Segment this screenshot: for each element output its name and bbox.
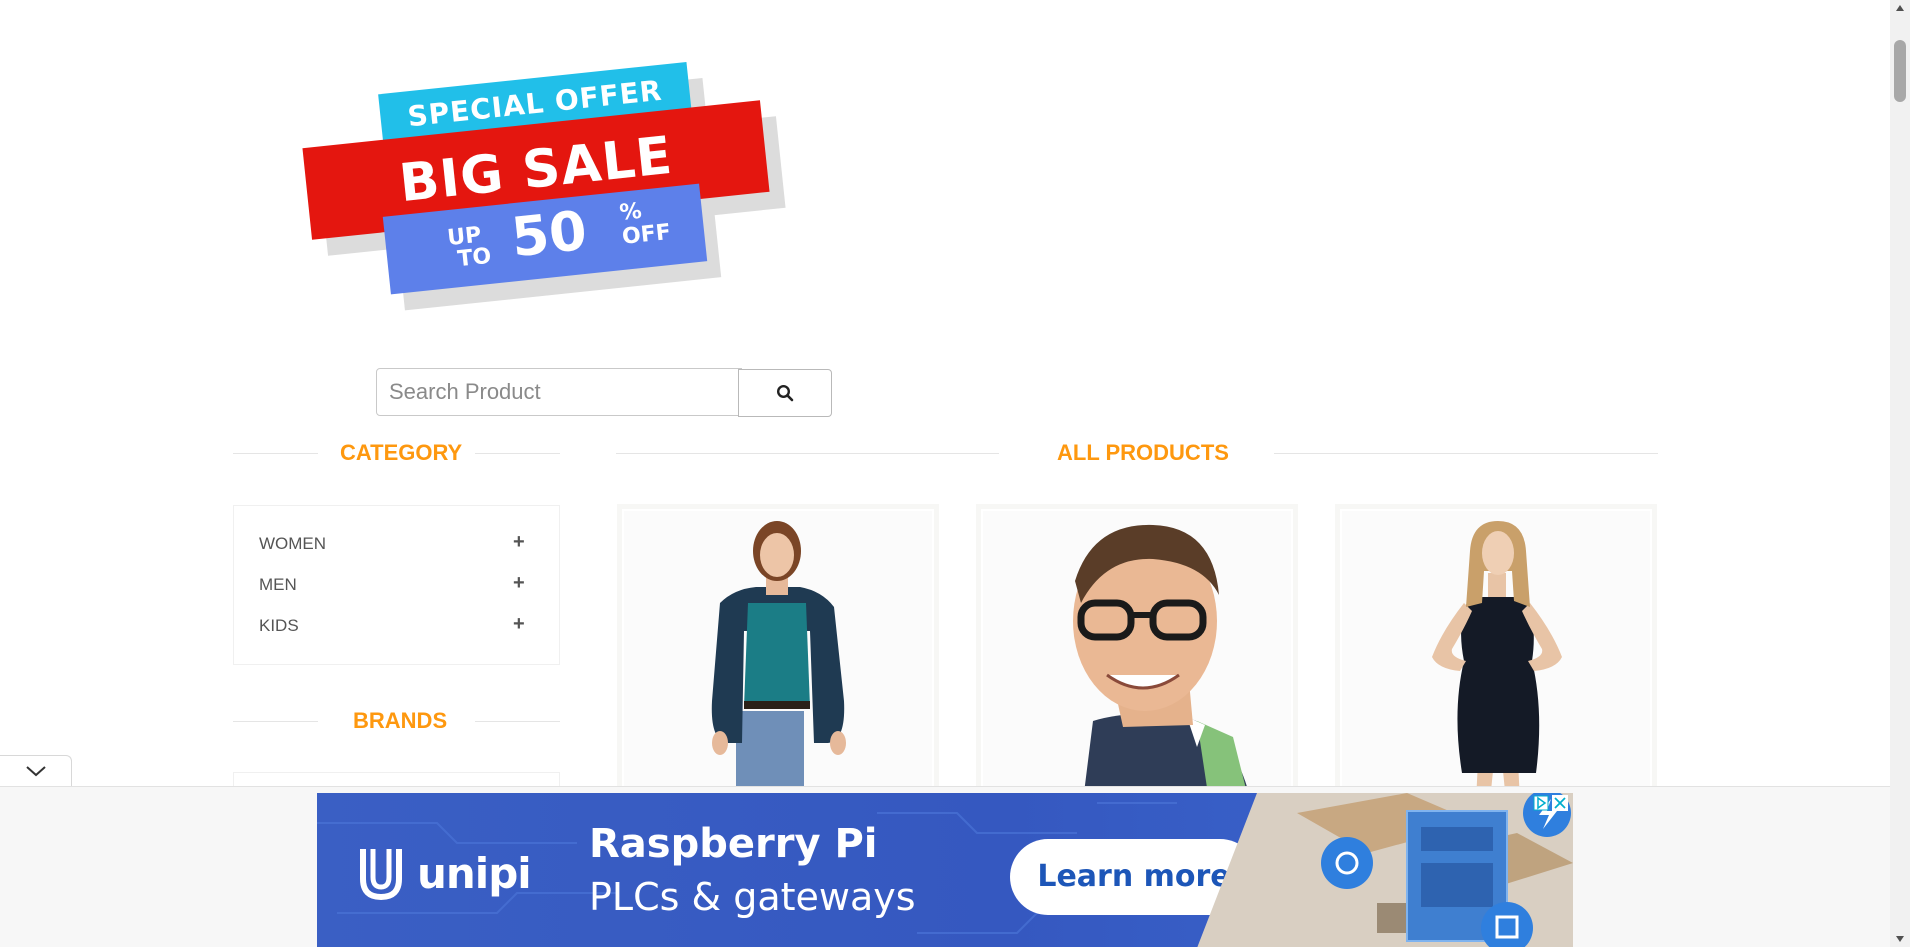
title-divider <box>233 721 318 722</box>
all-products-title: ALL PRODUCTS <box>1057 440 1229 465</box>
triangle-up-icon <box>1896 5 1904 11</box>
promo-off: % OFF <box>618 197 673 250</box>
chevron-down-icon <box>25 766 46 777</box>
category-title-row: CATEGORY <box>233 438 560 468</box>
ad-subline: PLCs & gateways <box>589 875 916 919</box>
plus-icon[interactable]: + <box>513 531 525 553</box>
category-item-women[interactable]: WOMEN + <box>234 528 559 569</box>
ad-info-icon[interactable] <box>1533 795 1549 811</box>
category-label: WOMEN <box>259 534 327 553</box>
promo-to: TO <box>456 243 493 273</box>
ad-headline: Raspberry Pi <box>589 821 878 867</box>
scroll-up-button[interactable] <box>1890 0 1910 16</box>
category-item-men[interactable]: MEN + <box>234 569 559 610</box>
promo-up-to: UP TO <box>446 223 493 273</box>
promo-pct-sign: % <box>618 198 643 226</box>
all-products-title-row: ALL PRODUCTS <box>616 438 1658 468</box>
scrollbar-thumb[interactable] <box>1894 40 1906 102</box>
ad-choices <box>1533 793 1569 813</box>
ad-bar: unipi Raspberry Pi PLCs & gateways Learn… <box>0 786 1890 947</box>
category-panel: WOMEN + MEN + KIDS + <box>233 505 560 665</box>
category-label: KIDS <box>259 616 299 635</box>
category-label: MEN <box>259 575 297 594</box>
title-divider <box>1274 453 1658 454</box>
woman-cardigan-image <box>624 511 932 789</box>
title-divider <box>475 453 560 454</box>
promo-off-label: OFF <box>620 219 673 250</box>
plus-icon[interactable]: + <box>513 613 525 635</box>
search-input[interactable] <box>376 368 742 416</box>
unipi-icon <box>360 849 402 901</box>
category-item-kids[interactable]: KIDS + <box>234 610 559 651</box>
product-image-woman-dress[interactable] <box>1342 511 1650 789</box>
product-image-woman-cardigan[interactable] <box>624 511 932 789</box>
scroll-down-button[interactable] <box>1890 931 1910 947</box>
collapse-ad-button[interactable] <box>0 755 72 786</box>
unipi-logo: unipi <box>357 845 532 901</box>
title-divider <box>616 453 999 454</box>
promo-banner[interactable]: SPECIAL OFFER BIG SALE UP TO 50 % OFF <box>300 60 790 311</box>
brands-title: BRANDS <box>353 708 448 733</box>
search-icon <box>776 384 794 402</box>
triangle-down-icon <box>1896 936 1904 942</box>
product-card[interactable] <box>1335 504 1657 794</box>
promo-percent: 50 <box>508 198 590 270</box>
search-button[interactable] <box>738 369 832 417</box>
title-divider <box>475 721 560 722</box>
ad-brand-name: unipi <box>417 848 532 898</box>
product-card[interactable] <box>617 504 939 794</box>
plus-icon[interactable]: + <box>513 572 525 594</box>
ad-product-illustration <box>1197 793 1573 947</box>
close-icon[interactable] <box>1552 795 1568 811</box>
title-divider <box>233 453 318 454</box>
product-card[interactable] <box>976 504 1298 794</box>
man-glasses-image <box>983 511 1291 789</box>
woman-dress-image <box>1342 511 1650 789</box>
brands-title-row: BRANDS <box>233 706 560 736</box>
category-title: CATEGORY <box>340 440 463 465</box>
page: SPECIAL OFFER BIG SALE UP TO 50 % OFF CA… <box>0 0 1890 947</box>
vertical-scrollbar[interactable] <box>1890 0 1910 947</box>
product-image-man-glasses[interactable] <box>983 511 1291 789</box>
ad-banner[interactable]: unipi Raspberry Pi PLCs & gateways Learn… <box>317 793 1573 947</box>
